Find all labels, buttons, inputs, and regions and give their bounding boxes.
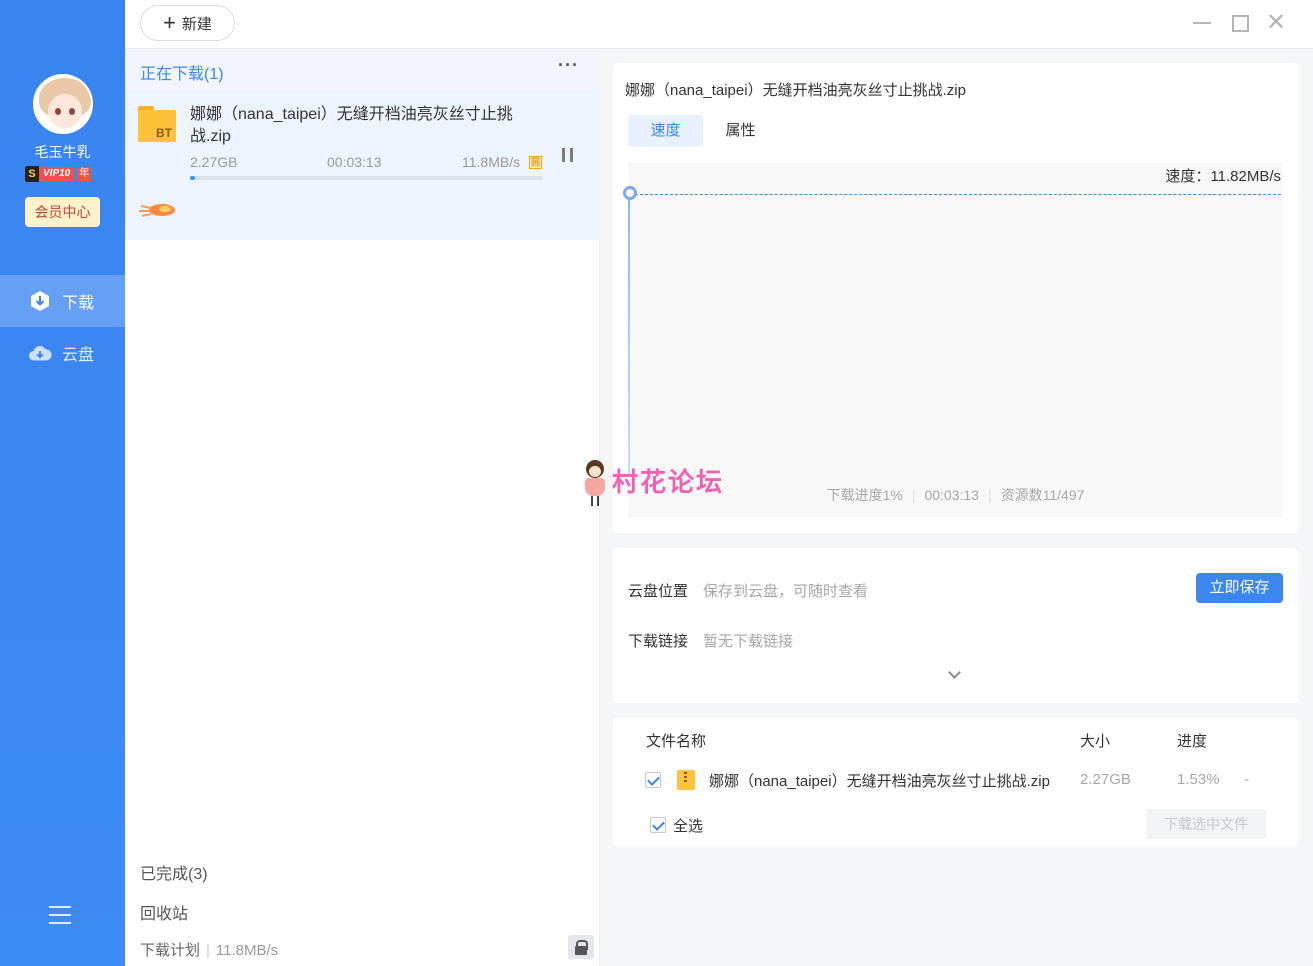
- watermark-logo: 村花论坛: [582, 458, 742, 508]
- elapsed-time: 00:03:13: [924, 487, 979, 503]
- tab-attributes[interactable]: 属性: [713, 115, 768, 147]
- downloading-tab[interactable]: 正在下载(1): [140, 60, 224, 84]
- bt-folder-icon: BT: [138, 106, 176, 144]
- accelerate-rocket-icon[interactable]: [137, 200, 179, 222]
- file-progress: 1.53%: [1177, 771, 1220, 788]
- col-header-progress: 进度: [1177, 733, 1208, 750]
- watermark-girl-icon: [582, 460, 608, 506]
- speed-marker: [623, 186, 637, 200]
- list-header: 正在下载(1) ···: [125, 50, 600, 90]
- nav-item-cloud[interactable]: 云盘: [0, 327, 125, 379]
- download-plan-speed: 11.8MB/s: [215, 942, 279, 959]
- vip-year: 年: [77, 167, 92, 181]
- zip-file-icon: [677, 770, 695, 790]
- col-header-name: 文件名称: [646, 733, 707, 750]
- source-count: 资源数11/497: [1000, 487, 1085, 503]
- col-header-size: 大小: [1080, 733, 1111, 750]
- download-selected-button[interactable]: 下载选中文件: [1146, 809, 1266, 839]
- speed-dashed-line: [630, 194, 1281, 195]
- topbar: + 新建 ✕: [125, 0, 1313, 49]
- task-speed: 11.8MB/s: [462, 154, 521, 170]
- file-name: 娜娜（nana_taipei）无缝开档油亮灰丝寸止挑战.zip: [709, 773, 1050, 790]
- completed-tab[interactable]: 已完成(3): [140, 860, 208, 884]
- close-icon[interactable]: ✕: [1265, 11, 1287, 35]
- task-size: 2.27GB: [190, 154, 238, 170]
- vip-level: VIP10: [39, 167, 75, 181]
- new-task-label: 新建: [181, 15, 212, 33]
- task-name: 娜娜（nana_taipei）无缝开档油亮灰丝寸止挑战.zip: [190, 106, 513, 145]
- file-size: 2.27GB: [1080, 771, 1131, 788]
- sidebar: 毛玉牛乳 S VIP10 年 会员中心 下载 云盘: [0, 0, 125, 966]
- task-progress-bar: [190, 176, 543, 180]
- watermark-text: 村花论坛: [612, 467, 725, 497]
- download-plan-label: 下载计划: [140, 942, 201, 959]
- nav-item-download[interactable]: 下载: [0, 275, 125, 327]
- download-plan[interactable]: 下载计划 | 11.8MB/s: [140, 939, 278, 960]
- chevron-down-icon[interactable]: [948, 668, 960, 680]
- download-link-value: 暂无下载链接: [703, 633, 794, 650]
- plus-icon: +: [163, 10, 176, 35]
- select-all-checkbox[interactable]: [650, 817, 666, 833]
- lock-icon[interactable]: [568, 935, 594, 959]
- file-list-card: 文件名称 大小 进度 娜娜（nana_taipei）无缝开档油亮灰丝寸止挑战.z…: [613, 718, 1298, 846]
- avatar[interactable]: [33, 74, 93, 134]
- download-icon: [28, 289, 52, 313]
- speed-badge-icon: 圆: [529, 156, 542, 169]
- pause-icon[interactable]: [561, 148, 575, 162]
- more-icon[interactable]: ···: [558, 55, 579, 76]
- cloud-location-value: 保存到云盘，可随时查看: [703, 583, 869, 600]
- cloud-icon: [28, 341, 52, 365]
- speed-readout: 速度：11.82MB/s: [1165, 168, 1281, 185]
- download-link-label: 下载链接: [628, 633, 689, 650]
- minimize-icon[interactable]: [1191, 12, 1213, 34]
- vip-s-icon: S: [25, 166, 39, 182]
- speed-curve: [628, 195, 630, 475]
- download-progress-text: 下载进度1%: [826, 487, 903, 503]
- nav-label-cloud: 云盘: [62, 347, 95, 364]
- download-task-item[interactable]: BT 娜娜（nana_taipei）无缝开档油亮灰丝寸止挑战.zip 2.27G…: [125, 90, 600, 240]
- file-row-checkbox[interactable]: [645, 772, 661, 788]
- member-center-button[interactable]: 会员中心: [25, 197, 100, 227]
- trash-tab[interactable]: 回收站: [140, 900, 188, 924]
- save-card: 云盘位置 保存到云盘，可随时查看 立即保存 下载链接 暂无下载链接: [613, 548, 1298, 703]
- username[interactable]: 毛玉牛乳: [0, 142, 125, 162]
- vip-badge: S VIP10 年: [25, 166, 92, 182]
- nav-label-download: 下载: [62, 295, 95, 312]
- maximize-icon[interactable]: [1228, 12, 1250, 34]
- menu-icon[interactable]: [49, 906, 71, 926]
- detail-title: 娜娜（nana_taipei）无缝开档油亮灰丝寸止挑战.zip: [625, 82, 966, 99]
- cloud-location-label: 云盘位置: [628, 583, 689, 600]
- new-task-button[interactable]: + 新建: [140, 5, 235, 41]
- task-time: 00:03:13: [327, 154, 382, 170]
- save-now-button[interactable]: 立即保存: [1196, 573, 1283, 603]
- download-list-panel: 正在下载(1) ··· BT 娜娜（nana_taipei）无缝开档油亮灰丝寸止…: [125, 50, 600, 966]
- select-all-label[interactable]: 全选: [673, 815, 703, 836]
- tab-speed[interactable]: 速度: [628, 115, 703, 147]
- file-extra: -: [1244, 771, 1249, 788]
